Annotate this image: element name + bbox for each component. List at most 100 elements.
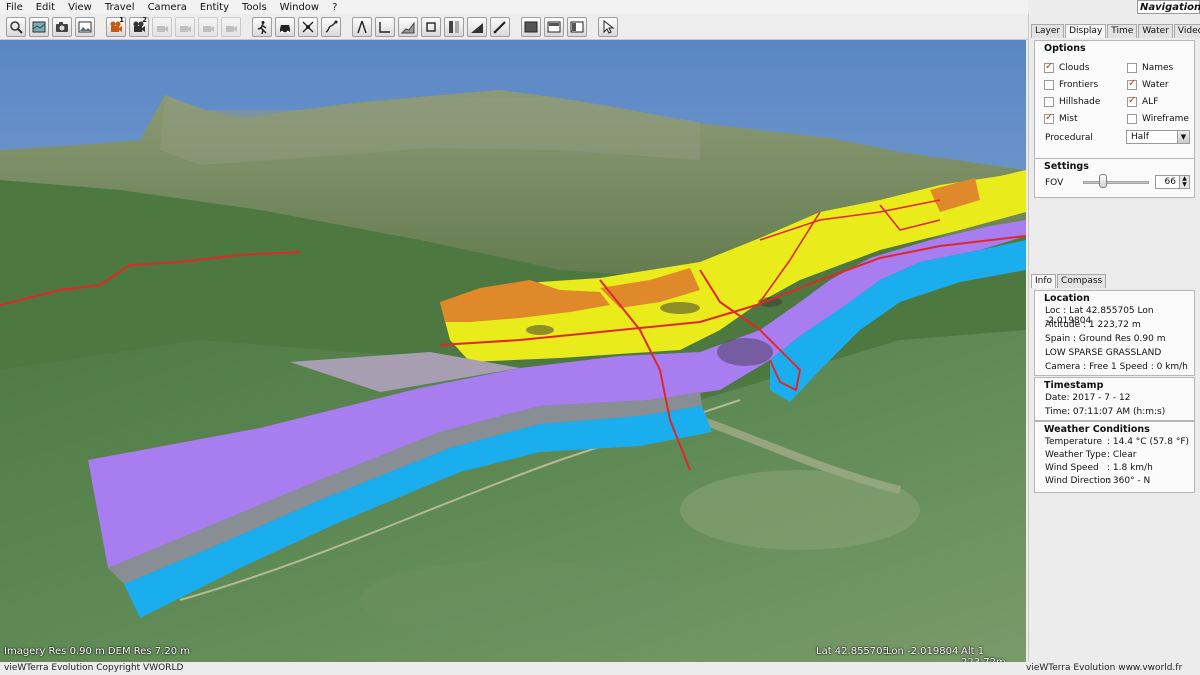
timestamp-time: Time: 07:11:07 AM (h:m:s): [1045, 407, 1166, 417]
imagery-resolution-readout: Imagery Res 0.90 m DEM Res 7.20 m: [4, 646, 190, 657]
layer-cut-button[interactable]: [444, 16, 464, 37]
menu-file[interactable]: File: [0, 2, 30, 13]
walk-mode-button[interactable]: [252, 16, 272, 37]
window-icon: [524, 21, 538, 32]
fov-slider-track[interactable]: [1083, 181, 1149, 184]
fov-slider-handle[interactable]: [1098, 174, 1107, 188]
camera-3-button[interactable]: [152, 16, 172, 37]
alf-option[interactable]: ALF: [1127, 95, 1158, 107]
spinner-arrows-icon[interactable]: ▲ ▼: [1179, 176, 1189, 188]
drive-mode-button[interactable]: [275, 16, 295, 37]
mist-option[interactable]: Mist: [1044, 112, 1077, 124]
panel-view-1-button[interactable]: [521, 16, 541, 37]
video-camera-icon: [226, 25, 237, 32]
tab-info[interactable]: Info: [1031, 274, 1057, 288]
menu-travel[interactable]: Travel: [99, 2, 142, 13]
pen-icon: [493, 20, 506, 33]
tab-display[interactable]: Display: [1065, 24, 1107, 38]
navigation-mode-select[interactable]: Navigation ▼: [1137, 0, 1200, 14]
options-group: Options Clouds Names Frontiers Water Hil…: [1034, 40, 1195, 163]
tab-time[interactable]: Time: [1107, 24, 1138, 38]
camera-2-button[interactable]: 2: [129, 16, 149, 37]
camera-icon: [56, 21, 68, 32]
weather-type-label: Weather Type: [1045, 450, 1107, 460]
box-icon: [426, 21, 436, 32]
window-icon: [547, 21, 561, 32]
clouds-checkbox[interactable]: [1044, 61, 1054, 73]
location-camera-speed: Camera : Free 1 Speed : 0 km/h: [1045, 362, 1188, 372]
slope-button[interactable]: [467, 16, 487, 37]
menu-bar: File Edit View Travel Camera Entity Tool…: [0, 0, 1028, 14]
camera-1-button[interactable]: 1: [106, 16, 126, 37]
measure-angle-button[interactable]: [352, 16, 372, 37]
water-checkbox[interactable]: [1127, 78, 1137, 90]
website-status: vieWTerra Evolution www.vworld.fr: [1026, 663, 1183, 673]
tab-water[interactable]: Water: [1138, 24, 1173, 38]
camera-5-button[interactable]: [198, 16, 218, 37]
water-option[interactable]: Water: [1127, 78, 1169, 90]
wind-speed-value: : 1.8 km/h: [1107, 463, 1153, 473]
profile-button[interactable]: [398, 16, 418, 37]
frontiers-option[interactable]: Frontiers: [1044, 80, 1098, 90]
camera-4-button[interactable]: [175, 16, 195, 37]
tab-compass[interactable]: Compass: [1057, 274, 1107, 288]
path-icon: [325, 20, 338, 33]
toolbar: 1 2: [0, 14, 1028, 40]
select-pointer-button[interactable]: [598, 16, 618, 37]
terrain-3d-viewport[interactable]: Imagery Res 0.90 m DEM Res 7.20 m Lat 42…: [0, 40, 1026, 662]
menu-view[interactable]: View: [62, 2, 99, 13]
hillshade-checkbox[interactable]: [1044, 97, 1054, 107]
clouds-option[interactable]: Clouds: [1044, 61, 1090, 73]
panel-view-2-button[interactable]: [544, 16, 564, 37]
menu-edit[interactable]: Edit: [30, 2, 62, 13]
path-button[interactable]: [321, 16, 341, 37]
alf-checkbox[interactable]: [1127, 95, 1137, 107]
hillshade-label: Hillshade: [1059, 97, 1101, 107]
map-button[interactable]: [29, 16, 49, 37]
names-checkbox[interactable]: [1127, 63, 1137, 73]
mist-checkbox[interactable]: [1044, 112, 1054, 124]
wireframe-label: Wireframe: [1142, 114, 1189, 124]
procedural-select[interactable]: Half ▼: [1126, 130, 1190, 144]
screenshot-button[interactable]: [52, 16, 72, 37]
menu-camera[interactable]: Camera: [142, 2, 194, 13]
weather-temperature-label: Temperature: [1045, 437, 1103, 447]
names-option[interactable]: Names: [1127, 63, 1173, 73]
video-camera-icon: [157, 25, 168, 32]
menu-entity[interactable]: Entity: [194, 2, 236, 13]
timestamp-group: Timestamp Date: 2017 - 7 - 12 Time: 07:1…: [1034, 377, 1195, 421]
measure-height-button[interactable]: [375, 16, 395, 37]
wireframe-checkbox[interactable]: [1127, 114, 1137, 124]
panel-view-3-button[interactable]: [567, 16, 587, 37]
picture-button[interactable]: [75, 16, 95, 37]
menu-window[interactable]: Window: [274, 2, 326, 13]
fly-mode-button[interactable]: [298, 16, 318, 37]
right-panel: Layer Display Time Water Video Options C…: [1028, 14, 1200, 662]
hillshade-option[interactable]: Hillshade: [1044, 97, 1100, 107]
tab-layer[interactable]: Layer: [1031, 24, 1065, 38]
map-icon: [32, 21, 46, 32]
altitude-readout: Alt 1 223,72m: [961, 646, 1006, 662]
picture-icon: [78, 21, 92, 32]
drone-icon: [302, 21, 314, 32]
profile-icon: [401, 20, 415, 33]
clouds-label: Clouds: [1059, 63, 1090, 73]
camera-6-button[interactable]: [221, 16, 241, 37]
draw-line-button[interactable]: [490, 16, 510, 37]
timestamp-title: Timestamp: [1044, 380, 1104, 391]
names-label: Names: [1142, 63, 1174, 73]
zoom-extent-button[interactable]: [6, 16, 26, 37]
tab-video[interactable]: Video: [1173, 24, 1200, 38]
volume-button[interactable]: [421, 16, 441, 37]
menu-help[interactable]: ?: [326, 2, 344, 13]
chevron-down-icon: ▼: [1177, 131, 1189, 143]
wind-direction-value: : 360° - N: [1107, 476, 1151, 486]
location-ground-res: Spain : Ground Res 0.90 m: [1045, 334, 1166, 344]
frontiers-checkbox[interactable]: [1044, 80, 1054, 90]
fov-spinner[interactable]: 66 ▲ ▼: [1155, 175, 1190, 189]
wind-speed-label: Wind Speed: [1045, 463, 1099, 473]
window-icon: [570, 21, 584, 32]
weather-temperature-value: : 14.4 °C (57.8 °F): [1107, 437, 1190, 447]
wireframe-option[interactable]: Wireframe: [1127, 114, 1189, 124]
menu-tools[interactable]: Tools: [236, 2, 274, 13]
